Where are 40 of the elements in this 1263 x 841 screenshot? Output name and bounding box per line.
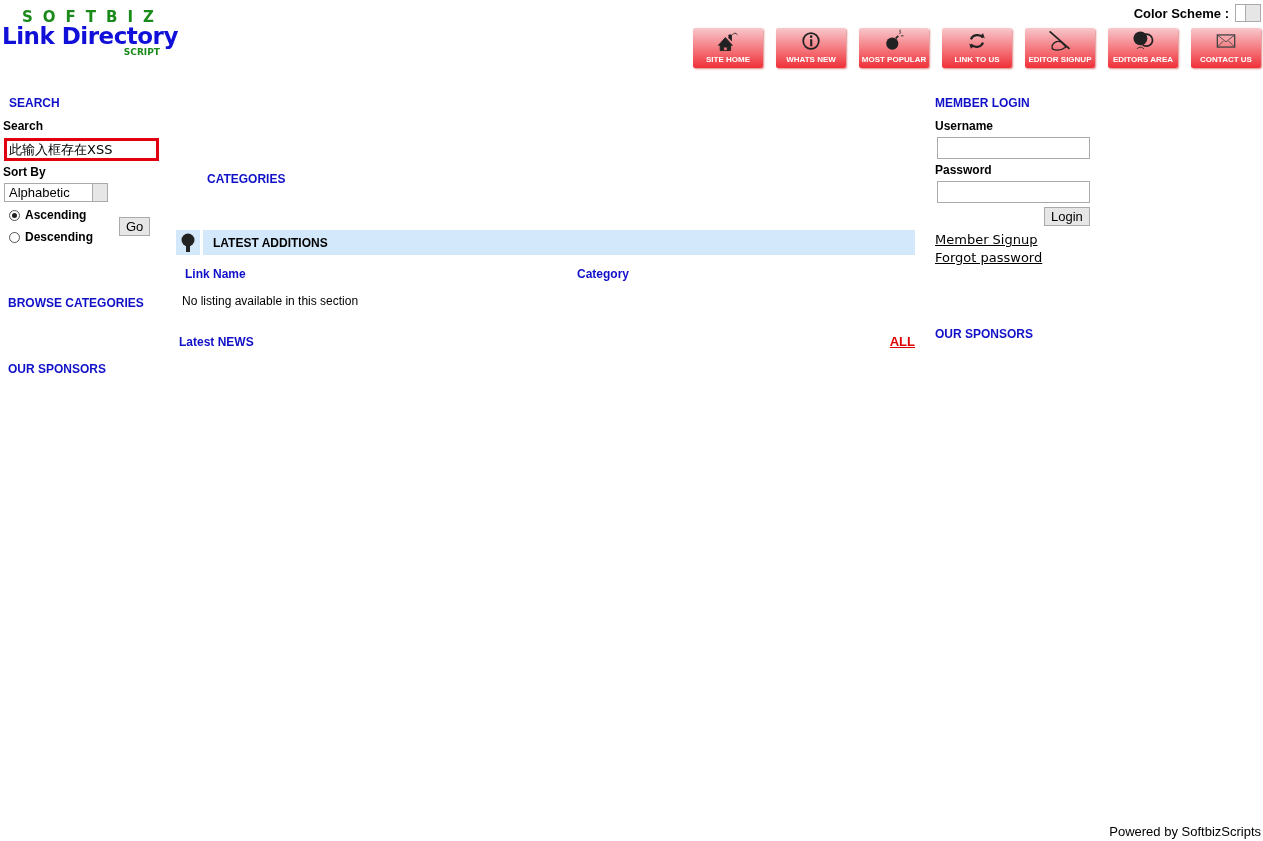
search-field[interactable]: 此输入框存在XSS bbox=[4, 138, 159, 161]
nav-button[interactable]: EDITOR SIGNUP bbox=[1025, 28, 1095, 68]
radio-button[interactable] bbox=[9, 231, 20, 243]
username-field[interactable] bbox=[937, 137, 1090, 159]
text-link[interactable]: Forgot password bbox=[935, 250, 1043, 265]
color-scheme-label: Color Scheme : bbox=[1133, 5, 1229, 21]
nav-button[interactable]: CONTACT US bbox=[1191, 28, 1261, 68]
sort-dropdown[interactable]: Alphabetic bbox=[4, 183, 108, 202]
section-heading: BROWSE CATEGORIES bbox=[8, 296, 145, 310]
column-header: Link Name bbox=[185, 267, 247, 281]
radio-label: Descending bbox=[25, 230, 93, 244]
nav-button[interactable]: EDITORS AREA bbox=[1108, 28, 1178, 68]
footer-text: Powered by SoftbizScripts bbox=[1109, 824, 1261, 839]
column-header: Category bbox=[577, 267, 630, 281]
site-logo[interactable]: SOFTBIZ Link Directory SCRIPT bbox=[2, 10, 178, 68]
section-heading: Latest NEWS bbox=[179, 334, 254, 349]
text-link[interactable]: Member Signup bbox=[935, 232, 1038, 247]
section-heading: OUR SPONSORS bbox=[935, 327, 1034, 341]
nav-button[interactable]: SITE HOME bbox=[693, 28, 763, 68]
section-heading: SEARCH bbox=[9, 96, 61, 110]
radio-button[interactable] bbox=[9, 209, 20, 221]
username-label: Username bbox=[935, 119, 995, 133]
sort-label: Sort By bbox=[3, 165, 47, 179]
nav-button[interactable]: LINK TO US bbox=[942, 28, 1012, 68]
nav-button[interactable]: MOST POPULAR bbox=[859, 28, 929, 68]
section-heading: MEMBER LOGIN bbox=[935, 96, 1031, 110]
empty-message: No listing available in this section bbox=[182, 294, 360, 308]
section-heading: OUR SPONSORS bbox=[8, 362, 107, 376]
radio-label: Ascending bbox=[25, 208, 87, 222]
go-button[interactable]: Go bbox=[119, 216, 151, 236]
search-label: Search bbox=[3, 119, 45, 133]
login-button[interactable]: Login bbox=[1044, 207, 1090, 226]
nav-button[interactable]: WHATS NEW bbox=[776, 28, 846, 68]
all-news-link[interactable]: ALL bbox=[889, 334, 915, 349]
password-field[interactable] bbox=[937, 181, 1090, 203]
section-heading: CATEGORIES bbox=[207, 172, 287, 186]
password-label: Password bbox=[935, 163, 993, 177]
color-scheme-dropdown[interactable] bbox=[1235, 4, 1261, 22]
bulb-icon bbox=[176, 230, 200, 255]
section-header-bar: LATEST ADDITIONS bbox=[203, 230, 915, 255]
